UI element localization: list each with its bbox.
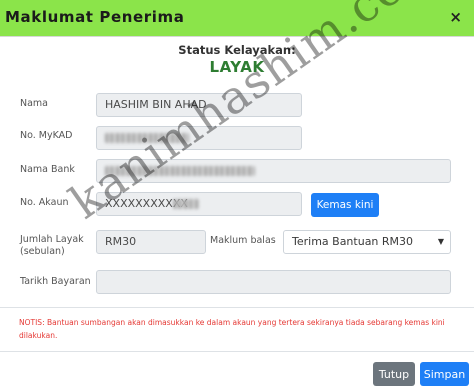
jumlah-field: RM30	[96, 230, 206, 254]
jumlah-sublabel: (sebulan)	[20, 246, 65, 257]
mykad-field	[96, 126, 302, 150]
tutup-button[interactable]: Tutup	[373, 362, 415, 386]
mykad-label: No. MyKAD	[20, 130, 73, 141]
status-value: LAYAK	[209, 58, 265, 76]
modal-header: Maklumat Penerima ×	[0, 0, 474, 37]
divider	[0, 307, 474, 308]
akaun-label: No. Akaun	[20, 197, 69, 208]
redacted-akaun	[173, 199, 199, 209]
nama-label: Nama	[20, 98, 49, 109]
bank-label: Nama Bank	[20, 164, 75, 175]
kemas-kini-button[interactable]: Kemas kini	[311, 193, 379, 217]
nama-field: HASHIM BIN AHAD	[96, 93, 302, 117]
close-icon[interactable]: ×	[449, 8, 462, 26]
tarikh-field	[96, 270, 451, 294]
caret-down-icon: ▼	[437, 237, 444, 246]
redacted-mykad	[105, 133, 189, 143]
redacted-bank	[105, 166, 255, 176]
maklum-balas-label: Maklum balas	[210, 235, 276, 246]
maklum-balas-selected: Terima Bantuan RM30	[292, 235, 414, 248]
simpan-button[interactable]: Simpan	[420, 362, 469, 386]
status-label: Status Kelayakan:	[178, 43, 296, 57]
notice-text: NOTIS: Bantuan sumbangan akan dimasukkan…	[19, 318, 445, 340]
jumlah-label: Jumlah Layak	[20, 234, 84, 245]
modal-title: Maklumat Penerima	[5, 8, 185, 26]
footer-divider	[0, 351, 474, 352]
akaun-field: XXXXXXXXXXX	[96, 192, 302, 216]
maklum-balas-select[interactable]: Terima Bantuan RM30 ▼	[283, 230, 451, 254]
bank-field	[96, 159, 451, 183]
tarikh-label: Tarikh Bayaran	[20, 276, 91, 287]
